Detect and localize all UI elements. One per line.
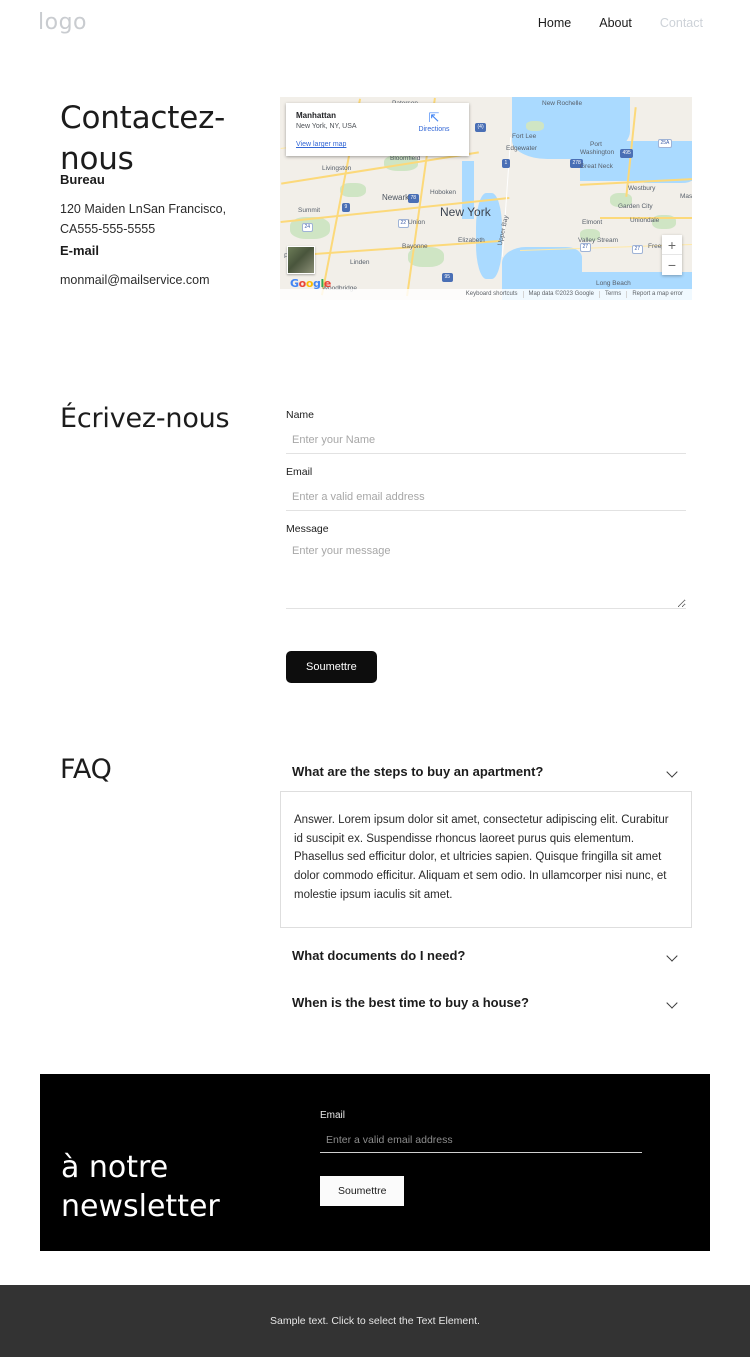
directions-button[interactable]: ⇱ Directions xyxy=(411,110,457,134)
faq-question-toggle[interactable]: What documents do I need? xyxy=(280,942,692,969)
chevron-down-icon xyxy=(667,766,678,777)
map-place-title: Manhattan xyxy=(296,111,336,120)
message-label: Message xyxy=(286,523,329,535)
faq-question-toggle[interactable]: What are the steps to buy an apartment? xyxy=(280,758,692,785)
keyboard-shortcuts-link[interactable]: Keyboard shortcuts xyxy=(461,291,523,298)
map-attribution-bar: Keyboard shortcuts Map data ©2023 Google… xyxy=(280,289,692,300)
site-logo[interactable]: logo xyxy=(38,10,87,35)
submit-button[interactable]: Soumettre xyxy=(286,651,377,683)
newsletter-heading-line1: à notre xyxy=(61,1150,169,1185)
contact-form: Name Email Message Soumettre xyxy=(286,409,686,683)
chevron-down-icon xyxy=(667,997,678,1008)
map-data-credit: Map data ©2023 Google xyxy=(522,291,599,298)
form-group-message: Message xyxy=(286,523,686,614)
faq-question-text: What documents do I need? xyxy=(292,947,466,963)
nav-item-contact[interactable]: Contact xyxy=(660,16,703,30)
street-view-thumbnail[interactable] xyxy=(287,246,315,274)
google-map[interactable]: 24 9 78 22 95 (4) 278 495 25A 27 27 1 Pa… xyxy=(280,97,692,300)
newsletter-email-label: Email xyxy=(320,1110,346,1121)
newsletter-heading: à notre newsletter xyxy=(61,1074,321,1224)
map-zoom-controls[interactable]: + − xyxy=(662,235,682,275)
chevron-down-icon xyxy=(667,950,678,961)
name-input[interactable] xyxy=(286,434,686,454)
faq-question-text: What are the steps to buy an apartment? xyxy=(292,764,544,779)
report-map-error-link[interactable]: Report a map error xyxy=(626,291,688,298)
office-label: Bureau xyxy=(60,172,105,187)
terms-link[interactable]: Terms xyxy=(598,291,626,298)
write-us-heading: Écrivez-nous xyxy=(60,403,230,434)
nav-item-home[interactable]: Home xyxy=(538,16,571,30)
site-header: logo Home About Contact xyxy=(0,0,750,48)
newsletter-section: à notre newsletter Email Soumettre xyxy=(40,1074,710,1251)
view-larger-map-link[interactable]: View larger map xyxy=(296,141,346,148)
form-group-email: Email xyxy=(286,466,686,511)
main-navigation: Home About Contact xyxy=(538,16,703,30)
email-label-form: Email xyxy=(286,466,313,478)
faq-heading: FAQ xyxy=(60,754,112,785)
email-address: monmail@mailservice.com xyxy=(60,273,210,287)
faq-item: What documents do I need? xyxy=(280,942,692,969)
faq-item: What are the steps to buy an apartment? … xyxy=(280,758,692,928)
faq-answer-text: Answer. Lorem ipsum dolor sit amet, cons… xyxy=(280,791,692,928)
site-footer: Sample text. Click to select the Text El… xyxy=(0,1285,750,1357)
map-place-card[interactable]: Manhattan New York, NY, USA View larger … xyxy=(286,103,469,156)
email-input[interactable] xyxy=(286,491,686,511)
office-address: 120 Maiden LnSan Francisco, CA555-555-55… xyxy=(60,202,227,237)
directions-icon: ⇱ xyxy=(428,110,440,125)
directions-label: Directions xyxy=(418,126,450,133)
email-label: E-mail xyxy=(60,243,100,258)
footer-text[interactable]: Sample text. Click to select the Text El… xyxy=(270,1315,480,1327)
page-root: logo Home About Contact Contactez-nous B… xyxy=(0,0,750,1357)
faq-list: What are the steps to buy an apartment? … xyxy=(280,758,692,1016)
faq-question-toggle[interactable]: When is the best time to buy a house? xyxy=(280,989,692,1016)
newsletter-heading-line2: newsletter xyxy=(61,1189,220,1224)
zoom-in-button[interactable]: + xyxy=(662,235,682,255)
newsletter-submit-button[interactable]: Soumettre xyxy=(320,1176,405,1206)
faq-question-text: When is the best time to buy a house? xyxy=(292,994,529,1010)
zoom-out-button[interactable]: − xyxy=(662,255,682,275)
nav-item-about[interactable]: About xyxy=(599,16,632,30)
newsletter-email-input[interactable] xyxy=(320,1134,642,1153)
message-textarea[interactable] xyxy=(286,544,686,609)
map-place-subtitle: New York, NY, USA xyxy=(296,123,357,130)
newsletter-form: Email Soumettre xyxy=(320,1110,642,1206)
contact-heading: Contactez-nous xyxy=(60,100,226,177)
name-label: Name xyxy=(286,409,315,421)
faq-item: When is the best time to buy a house? xyxy=(280,989,692,1016)
form-group-name: Name xyxy=(286,409,686,454)
